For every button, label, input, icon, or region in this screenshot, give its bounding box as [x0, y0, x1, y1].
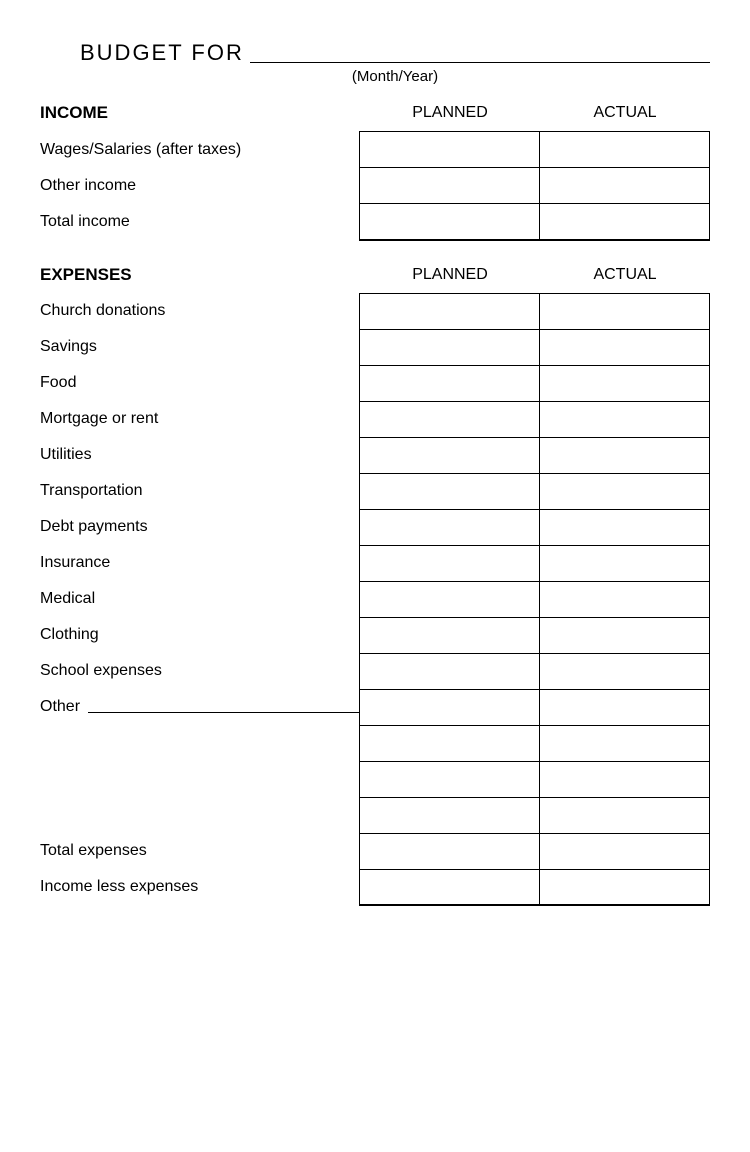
blank2-planned-cell[interactable] — [360, 761, 540, 797]
insurance-label: Insurance — [40, 545, 360, 581]
income-label: INCOME — [40, 103, 360, 123]
table-row: Savings — [40, 329, 710, 365]
other-income-actual-cell[interactable] — [540, 168, 710, 204]
blank1-actual-cell[interactable] — [540, 725, 710, 761]
blank1-planned-cell[interactable] — [360, 725, 540, 761]
blank3-planned-cell[interactable] — [360, 797, 540, 833]
table-row: Medical — [40, 581, 710, 617]
income-less-expenses-row: Income less expenses — [40, 869, 710, 905]
church-planned-cell[interactable] — [360, 293, 540, 329]
budget-title-line: BUDGET FOR — [80, 40, 710, 66]
debt-actual-cell[interactable] — [540, 509, 710, 545]
church-donations-label: Church donations — [40, 293, 360, 329]
wages-planned-cell[interactable] — [360, 132, 540, 168]
food-label: Food — [40, 365, 360, 401]
table-row: Insurance — [40, 545, 710, 581]
other-income-planned-cell[interactable] — [360, 168, 540, 204]
income-table: Wages/Salaries (after taxes) Other incom… — [40, 131, 710, 241]
table-row: Clothing — [40, 617, 710, 653]
total-expenses-label: Total expenses — [40, 833, 360, 869]
table-row: Food — [40, 365, 710, 401]
medical-planned-cell[interactable] — [360, 581, 540, 617]
table-row: Total income — [40, 204, 710, 240]
other-label: Other — [40, 689, 360, 725]
expenses-actual-col-header: ACTUAL — [540, 266, 710, 284]
school-planned-cell[interactable] — [360, 653, 540, 689]
total-expenses-planned-cell[interactable] — [360, 833, 540, 869]
mortgage-planned-cell[interactable] — [360, 401, 540, 437]
table-row: Mortgage or rent — [40, 401, 710, 437]
income-less-expenses-label: Income less expenses — [40, 869, 360, 905]
table-row: Debt payments — [40, 509, 710, 545]
income-planned-col-header: PLANNED — [360, 104, 540, 122]
transportation-actual-cell[interactable] — [540, 473, 710, 509]
clothing-actual-cell[interactable] — [540, 617, 710, 653]
wages-label: Wages/Salaries (after taxes) — [40, 132, 360, 168]
table-row: Other income — [40, 168, 710, 204]
income-section: INCOME PLANNED ACTUAL Wages/Salaries (af… — [40, 103, 710, 241]
insurance-planned-cell[interactable] — [360, 545, 540, 581]
income-actual-col-header: ACTUAL — [540, 104, 710, 122]
medical-label: Medical — [40, 581, 360, 617]
table-row: Utilities — [40, 437, 710, 473]
transportation-label: Transportation — [40, 473, 360, 509]
blank-row-3 — [40, 797, 710, 833]
blank-row-1 — [40, 725, 710, 761]
debt-planned-cell[interactable] — [360, 509, 540, 545]
table-row: Other — [40, 689, 710, 725]
utilities-label: Utilities — [40, 437, 360, 473]
table-row: Wages/Salaries (after taxes) — [40, 132, 710, 168]
total-income-actual-cell[interactable] — [540, 204, 710, 240]
savings-label: Savings — [40, 329, 360, 365]
mortgage-label: Mortgage or rent — [40, 401, 360, 437]
other-actual-cell[interactable] — [540, 689, 710, 725]
total-income-label: Total income — [40, 204, 360, 240]
utilities-planned-cell[interactable] — [360, 437, 540, 473]
clothing-label: Clothing — [40, 617, 360, 653]
mortgage-actual-cell[interactable] — [540, 401, 710, 437]
utilities-actual-cell[interactable] — [540, 437, 710, 473]
total-income-planned-cell[interactable] — [360, 204, 540, 240]
expenses-section-header: EXPENSES PLANNED ACTUAL — [40, 265, 710, 285]
food-actual-cell[interactable] — [540, 365, 710, 401]
food-planned-cell[interactable] — [360, 365, 540, 401]
blank3-actual-cell[interactable] — [540, 797, 710, 833]
budget-title-text: BUDGET FOR — [80, 40, 244, 66]
savings-actual-cell[interactable] — [540, 329, 710, 365]
expenses-label: EXPENSES — [40, 265, 360, 285]
income-less-planned-cell[interactable] — [360, 869, 540, 905]
insurance-actual-cell[interactable] — [540, 545, 710, 581]
wages-actual-cell[interactable] — [540, 132, 710, 168]
expenses-section: EXPENSES PLANNED ACTUAL Church donations… — [40, 265, 710, 907]
blank2-actual-cell[interactable] — [540, 761, 710, 797]
other-planned-cell[interactable] — [360, 689, 540, 725]
school-label: School expenses — [40, 653, 360, 689]
budget-title-underline — [250, 62, 710, 63]
budget-header: BUDGET FOR (Month/Year) — [40, 40, 710, 85]
medical-actual-cell[interactable] — [540, 581, 710, 617]
expenses-planned-col-header: PLANNED — [360, 266, 540, 284]
transportation-planned-cell[interactable] — [360, 473, 540, 509]
expenses-table: Church donations Savings Food — [40, 293, 710, 907]
income-less-actual-cell[interactable] — [540, 869, 710, 905]
table-row: Transportation — [40, 473, 710, 509]
school-actual-cell[interactable] — [540, 653, 710, 689]
blank-row-2 — [40, 761, 710, 797]
debt-label: Debt payments — [40, 509, 360, 545]
total-expenses-row: Total expenses — [40, 833, 710, 869]
church-actual-cell[interactable] — [540, 293, 710, 329]
income-section-header: INCOME PLANNED ACTUAL — [40, 103, 710, 123]
total-expenses-actual-cell[interactable] — [540, 833, 710, 869]
other-income-label: Other income — [40, 168, 360, 204]
savings-planned-cell[interactable] — [360, 329, 540, 365]
clothing-planned-cell[interactable] — [360, 617, 540, 653]
table-row: Church donations — [40, 293, 710, 329]
table-row: School expenses — [40, 653, 710, 689]
month-year-label: (Month/Year) — [80, 68, 710, 85]
